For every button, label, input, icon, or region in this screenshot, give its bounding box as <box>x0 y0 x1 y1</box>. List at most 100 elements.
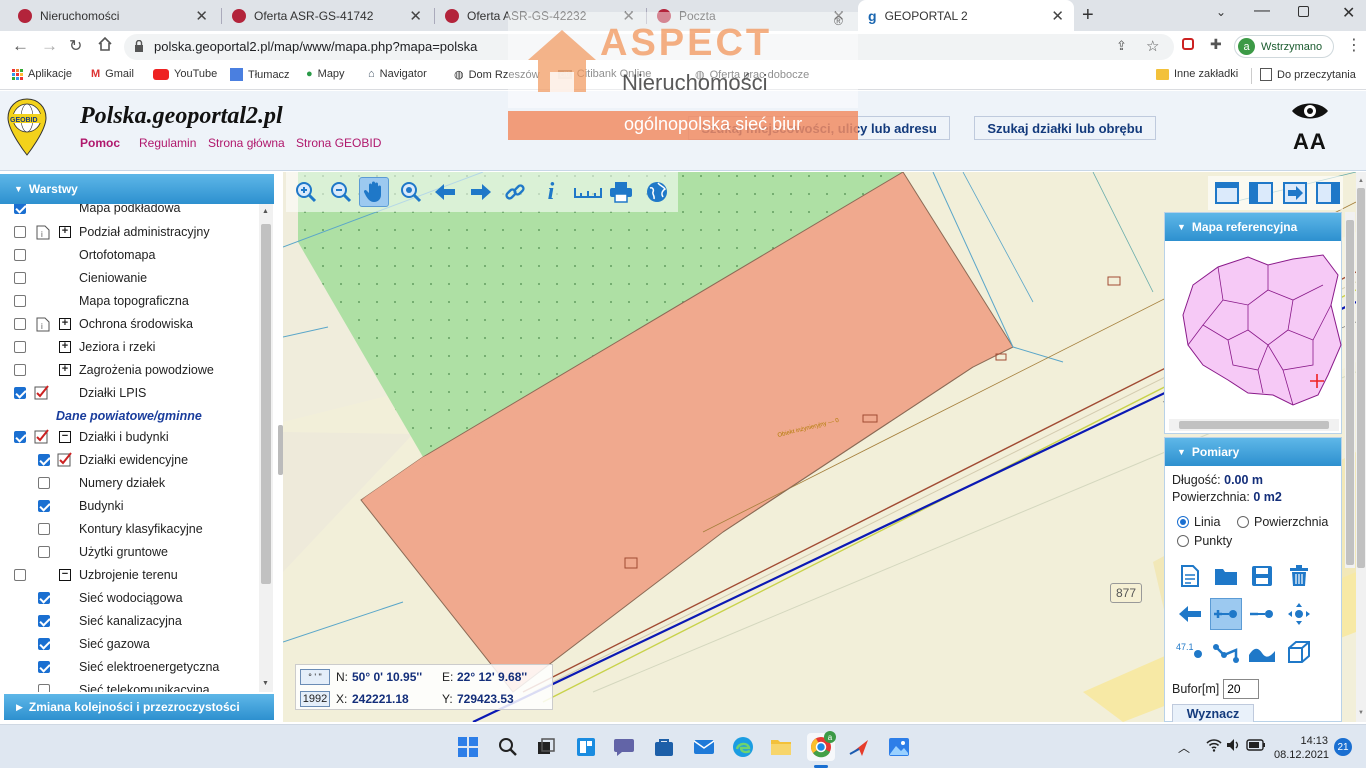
layer-checkbox[interactable] <box>38 684 50 692</box>
layer-checkbox[interactable] <box>14 318 26 330</box>
layers-scrollbar[interactable]: ▲ ▼ <box>259 204 273 692</box>
tab-oferta-41742[interactable]: Oferta ASR-GS-41742 ✕ <box>222 0 432 31</box>
coordinate-system-toggle[interactable]: 1992 <box>300 691 330 707</box>
forward-arrow-icon[interactable]: → <box>41 36 58 56</box>
layer-checkbox[interactable] <box>38 615 50 627</box>
share-icon[interactable]: ⇪ <box>1116 38 1127 54</box>
expand-plus-icon[interactable]: + <box>59 341 71 353</box>
windows-start-icon[interactable] <box>454 733 482 761</box>
layer-row-siec-telekomunikacyjna[interactable]: Sieć telekomunikacyjna <box>0 679 265 692</box>
bookmark-navigator[interactable]: ⌂ Navigator <box>368 68 427 80</box>
bookmark-gmail[interactable]: M Gmail <box>91 68 134 80</box>
fullscreen-icon[interactable] <box>1212 178 1242 208</box>
layer-row-zagrozenia-powodziowe[interactable]: + Zagrożenia powodziowe <box>0 359 265 381</box>
search-icon[interactable] <box>494 733 522 761</box>
mode-radio-punkty[interactable]: Punkty <box>1177 534 1232 548</box>
3d-box-icon[interactable] <box>1283 636 1315 668</box>
order-transparency-header[interactable]: ▶ Zmiana kolejności i przezroczystości <box>4 694 274 720</box>
scroll-down-icon[interactable]: ▼ <box>1358 710 1364 716</box>
close-tab-icon[interactable]: ✕ <box>195 7 208 25</box>
undo-arrow-icon[interactable] <box>1174 598 1206 630</box>
bookmark-translate[interactable]: Tłumacz <box>230 68 290 81</box>
bookmark-dom-rzeszow[interactable]: ◍ Dom Rzeszów <box>454 68 540 82</box>
left-panel-toggle-icon[interactable] <box>1246 178 1276 208</box>
layer-row-siec-elektroenergetyczna[interactable]: Sieć elektroenergetyczna <box>0 656 265 678</box>
page-scrollbar[interactable]: ▲ ▼ <box>1356 172 1366 722</box>
layer-row-uzbrojenie-terenu[interactable]: − Uzbrojenie terenu <box>0 564 265 586</box>
scroll-thumb[interactable] <box>1357 188 1365 568</box>
bookmark-maps[interactable]: ● Mapy <box>306 68 345 80</box>
clock[interactable]: 14:13 08.12.2021 <box>1274 734 1329 762</box>
bookmark-youtube[interactable]: YouTube <box>153 68 217 80</box>
layer-row-uzytki-gruntowe[interactable]: Użytki gruntowe <box>0 541 265 563</box>
layer-checkbox[interactable] <box>14 272 26 284</box>
ruler-icon[interactable] <box>571 177 605 207</box>
font-size-toggle[interactable]: AA <box>1293 129 1327 155</box>
collapse-minus-icon[interactable]: − <box>59 569 71 581</box>
layer-checkbox[interactable] <box>38 500 50 512</box>
bookmark-folder-inne[interactable]: Inne zakładki <box>1156 68 1238 80</box>
link-strona-geobid[interactable]: Strona GEOBID <box>296 136 381 150</box>
export-arrow-icon[interactable] <box>1280 178 1310 208</box>
remove-point-icon[interactable] <box>1246 598 1278 630</box>
next-view-icon[interactable] <box>466 177 496 207</box>
layer-checkbox[interactable] <box>38 592 50 604</box>
notification-badge[interactable]: 21 <box>1334 738 1352 756</box>
poland-overview-map[interactable] <box>1173 245 1343 415</box>
layer-checkbox[interactable] <box>14 341 26 353</box>
file-explorer-icon[interactable] <box>767 733 795 761</box>
back-arrow-icon[interactable]: ← <box>12 36 29 56</box>
widgets-icon[interactable] <box>572 733 600 761</box>
layer-checkbox[interactable] <box>14 431 26 443</box>
layer-checkbox[interactable] <box>38 638 50 650</box>
layer-checkbox[interactable] <box>14 569 26 581</box>
bookmark-star-icon[interactable]: ☆ <box>1146 37 1159 55</box>
zoom-out-icon[interactable] <box>326 177 356 207</box>
layers-panel-header[interactable]: ▼ Warstwy <box>0 174 274 204</box>
layer-checkbox[interactable] <box>38 477 50 489</box>
layer-row-dzialki-ewidencyjne[interactable]: Działki ewidencyjne <box>0 449 265 471</box>
zoom-extent-icon[interactable] <box>396 177 426 207</box>
info-doc-icon[interactable]: i <box>36 317 50 332</box>
expand-plus-icon[interactable]: + <box>59 318 71 330</box>
tab-oferta-42232[interactable]: Oferta ASR-GS-42232 ✕ <box>435 0 645 31</box>
address-bar[interactable]: polska.geoportal2.pl/map/www/mapa.php?ma… <box>124 34 1174 60</box>
layer-row-ortofotomapa[interactable]: Ortofotomapa <box>0 244 265 266</box>
save-icon[interactable] <box>1246 560 1278 592</box>
layer-row-ochrona-srodowiska[interactable]: i + Ochrona środowiska <box>0 313 265 335</box>
new-document-icon[interactable] <box>1174 560 1206 592</box>
layer-row-siec-wodociagowa[interactable]: Sieć wodociągowa <box>0 587 265 609</box>
profile-line-icon[interactable] <box>1246 636 1278 668</box>
flight-app-icon[interactable] <box>845 733 873 761</box>
layer-row-kontury-klasyfikacyjne[interactable]: Kontury klasyfikacyjne <box>0 518 265 540</box>
eye-icon[interactable] <box>1290 99 1330 123</box>
tray-chevron-icon[interactable]: ︿ <box>1178 739 1190 756</box>
layer-checkbox[interactable] <box>38 546 50 558</box>
polyline-icon[interactable] <box>1210 636 1242 668</box>
geobid-logo[interactable]: GEOBID <box>6 97 48 157</box>
tab-nieruchomosci[interactable]: Nieruchomości ✕ <box>8 0 218 31</box>
reading-list[interactable]: Do przeczytania <box>1260 68 1356 81</box>
layer-row-jeziora-i-rzeki[interactable]: + Jeziora i rzeki <box>0 336 265 358</box>
globe-icon[interactable] <box>642 177 672 207</box>
mode-radio-linia[interactable]: Linia <box>1177 515 1220 529</box>
tab-poczta[interactable]: Poczta ✕ <box>647 0 855 31</box>
layer-checkbox[interactable] <box>14 226 26 238</box>
search-parcel-button[interactable]: Szukaj działki lub obrębu <box>974 116 1156 140</box>
layer-row-mapa-topograficzna[interactable]: Mapa topograficzna <box>0 290 265 312</box>
scroll-up-icon[interactable]: ▲ <box>262 208 269 215</box>
layer-checkbox[interactable] <box>14 249 26 261</box>
profile-chip[interactable]: a Wstrzymano <box>1234 35 1334 58</box>
chrome-icon[interactable]: a <box>807 731 836 761</box>
open-folder-icon[interactable] <box>1210 560 1242 592</box>
expand-plus-icon[interactable]: + <box>59 226 71 238</box>
minimize-icon[interactable]: — <box>1254 2 1270 20</box>
info-icon[interactable]: i <box>536 177 566 207</box>
scroll-down-icon[interactable]: ▼ <box>262 680 269 687</box>
reference-map-scrollbar[interactable] <box>1169 419 1339 431</box>
new-tab-button[interactable]: + <box>1082 4 1094 27</box>
previous-view-icon[interactable] <box>430 177 460 207</box>
zoom-in-icon[interactable] <box>291 177 321 207</box>
layer-row-podzial-administracyjny[interactable]: i + Podział administracyjny <box>0 221 265 243</box>
mail-icon[interactable] <box>690 733 718 761</box>
